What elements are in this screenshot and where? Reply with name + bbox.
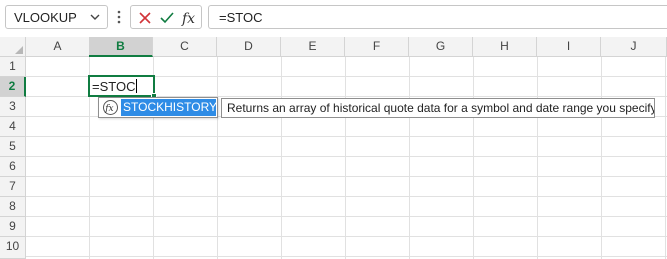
row-header-6[interactable]: 6: [0, 157, 26, 177]
autocomplete-item-label[interactable]: STOCKHISTORY: [121, 99, 217, 116]
row-header-1[interactable]: 1: [0, 57, 26, 77]
svg-text:fx: fx: [104, 104, 113, 114]
active-cell-value[interactable]: =STOC: [92, 79, 138, 94]
active-cell-B2[interactable]: =STOC: [88, 75, 155, 97]
row-header-5[interactable]: 5: [0, 137, 26, 157]
text-caret: [136, 79, 138, 93]
column-header-G[interactable]: G: [409, 37, 473, 57]
formula-input[interactable]: =STOC: [208, 5, 667, 29]
formula-autocomplete-list: fx STOCKHISTORY: [98, 97, 218, 118]
column-header-H[interactable]: H: [473, 37, 537, 57]
row-header-2[interactable]: 2: [0, 77, 26, 97]
row-header-8[interactable]: 8: [0, 197, 26, 217]
column-header-C[interactable]: C: [153, 37, 217, 57]
row-header-9[interactable]: 9: [0, 217, 26, 237]
column-header-A[interactable]: A: [26, 37, 90, 57]
column-header-I[interactable]: I: [537, 37, 601, 57]
name-box[interactable]: VLOOKUP: [5, 5, 108, 29]
column-header-E[interactable]: E: [281, 37, 345, 57]
row-header-10[interactable]: 10: [0, 237, 26, 259]
more-vertical-icon[interactable]: [116, 9, 122, 25]
column-header-J[interactable]: J: [601, 37, 667, 57]
function-icon: fx: [103, 100, 118, 115]
select-all-corner[interactable]: [0, 37, 26, 57]
name-box-value[interactable]: VLOOKUP: [14, 10, 77, 25]
row-header-3[interactable]: 3: [0, 97, 26, 117]
select-all-triangle-icon: [15, 46, 23, 54]
row-header-4[interactable]: 4: [0, 117, 26, 137]
column-header-F[interactable]: F: [345, 37, 409, 57]
formula-bar: VLOOKUP fx =STOC: [0, 0, 667, 35]
insert-function-icon[interactable]: fx: [179, 8, 199, 28]
function-tooltip: Returns an array of historical quote dat…: [221, 98, 655, 118]
formula-text[interactable]: =STOC: [219, 10, 262, 25]
chevron-down-icon[interactable]: [87, 9, 103, 25]
cancel-x-icon[interactable]: [135, 8, 155, 28]
column-header-B[interactable]: B: [89, 37, 153, 57]
fx-label: fx: [181, 11, 195, 27]
formula-actions: fx: [130, 5, 202, 29]
confirm-check-icon[interactable]: [157, 8, 177, 28]
column-header-D[interactable]: D: [217, 37, 281, 57]
autocomplete-item-stockhistory[interactable]: fx STOCKHISTORY: [100, 99, 217, 116]
row-header-7[interactable]: 7: [0, 177, 26, 197]
